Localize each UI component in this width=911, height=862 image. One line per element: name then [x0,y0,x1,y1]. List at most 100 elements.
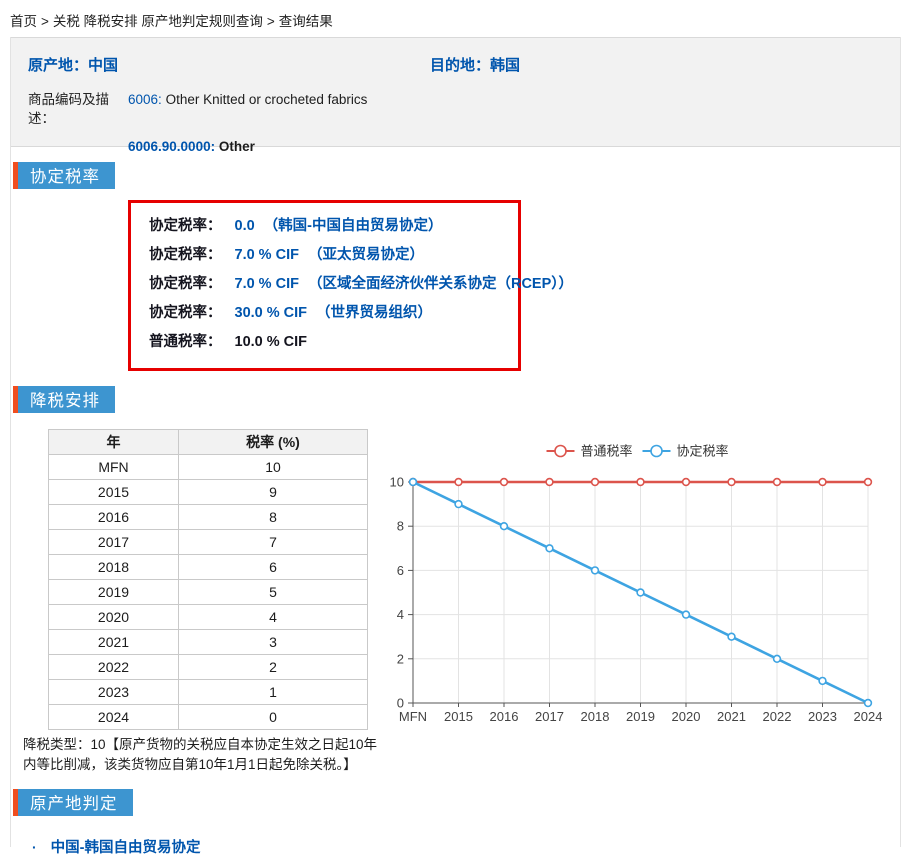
svg-text:普通税率: 普通税率 [581,444,633,459]
bullet-dot: · [32,839,37,855]
svg-text:10: 10 [390,475,404,490]
year-cell: 2015 [49,480,179,505]
table-row: 2020 4 [49,605,368,630]
rate-cell: 1 [179,680,368,705]
svg-text:2019: 2019 [626,709,655,724]
table-row: 2021 3 [49,630,368,655]
svg-text:6: 6 [397,563,404,578]
svg-text:2015: 2015 [444,709,473,724]
rate-cell: 4 [179,605,368,630]
svg-text:2021: 2021 [717,709,746,724]
year-cell: 2021 [49,630,179,655]
rate-row: 普通税率： 10.0 % CIF [149,328,508,357]
table-body: MFN 10 2015 9 2016 8 2017 7 2018 6 [49,455,368,730]
rate-value: 0.0 [235,218,255,234]
table-row: MFN 10 [49,455,368,480]
svg-text:2017: 2017 [535,709,564,724]
rate-cell: 9 [179,480,368,505]
query-summary-box: 原产地：中国 目的地：韩国 商品编码及描述： 6006: Other Knitt… [11,37,900,147]
year-cell: 2018 [49,555,179,580]
section-header-agreement-rates: 协定税率 [13,162,115,189]
origin-value: 中国 [88,57,118,74]
year-cell: 2019 [49,580,179,605]
reduction-chart-wrap: 0246810MFN201520162017201820192020202120… [383,435,903,733]
reduction-schedule-table: 年 税率 (%) MFN 10 2015 9 2016 8 2 [48,429,368,730]
rate-agreement-name: （世界贸易组织） [316,305,432,321]
table-row: 2024 0 [49,705,368,730]
rate-column-header: 税率 (%) [179,430,368,455]
rate-cell: 0 [179,705,368,730]
svg-text:4: 4 [397,607,404,622]
rate-value: 30.0 % CIF [235,305,308,321]
breadcrumb-separator: > [267,14,275,29]
rate-label: 协定税率： [149,276,222,292]
svg-text:2016: 2016 [490,709,519,724]
hs-code-label: 商品编码及描述： [28,90,128,128]
svg-text:2024: 2024 [854,709,883,724]
destination-value: 韩国 [490,57,520,74]
rate-agreement-name: （区域全面经济伙伴关系协定（RCEP）） [308,276,573,292]
reduction-schedule-column: 年 税率 (%) MFN 10 2015 9 2016 8 2 [11,416,383,774]
table-row: 2016 8 [49,505,368,530]
rate-label: 协定税率： [149,247,222,263]
section-header-reduction: 降税安排 [13,386,115,413]
year-cell: 2017 [49,530,179,555]
hs-subheading-description: Other [219,139,255,154]
table-header-row: 年 税率 (%) [49,430,368,455]
year-column-header: 年 [49,430,179,455]
rate-row: 协定税率： 0.0 （韩国-中国自由贸易协定） [149,212,508,241]
svg-text:2023: 2023 [808,709,837,724]
section-title: 原产地判定 [18,789,133,816]
rate-label: 普通税率： [149,334,222,350]
breadcrumb-separator: > [41,14,49,29]
table-row: 2023 1 [49,680,368,705]
year-cell: 2016 [49,505,179,530]
rate-cell: 6 [179,555,368,580]
table-row: 2017 7 [49,530,368,555]
rate-cell: 8 [179,505,368,530]
rate-agreement-name: （亚太贸易协定） [308,247,424,263]
section-header-origin: 原产地判定 [13,789,133,816]
rate-value: 7.0 % CIF [235,247,299,263]
rate-row: 协定税率： 30.0 % CIF （世界贸易组织） [149,299,508,328]
destination-label: 目的地： [430,57,490,74]
rate-value: 7.0 % CIF [235,276,299,292]
rate-cell: 3 [179,630,368,655]
origin-treaty-row: · 中国-韩国自由贸易协定 [32,836,900,857]
rate-cell: 5 [179,580,368,605]
year-cell: 2020 [49,605,179,630]
svg-text:2022: 2022 [763,709,792,724]
rate-label: 协定税率： [149,305,222,321]
table-row: 2022 2 [49,655,368,680]
reduction-type-note: 降税类型：10【原产货物的关税应自本协定生效之日起10年内等比削减，该类货物应自… [23,735,379,774]
agreement-rates-highlight-box: 协定税率： 0.0 （韩国-中国自由贸易协定） 协定税率： 7.0 % CIF （亚太贸… [128,200,521,371]
year-cell: 2022 [49,655,179,680]
year-cell: MFN [49,455,179,480]
table-row: 2019 5 [49,580,368,605]
breadcrumb-current: 查询结果 [279,14,333,29]
rate-cell: 7 [179,530,368,555]
reduction-line-chart: 0246810MFN201520162017201820192020202120… [383,435,903,730]
china-korea-fta-link[interactable]: 中国-韩国自由贸易协定 [51,836,201,857]
rate-cell: 2 [179,655,368,680]
svg-text:协定税率: 协定税率 [677,444,729,459]
origin-label: 原产地： [28,57,88,74]
rate-label: 协定税率： [149,218,222,234]
breadcrumb: 首页 > 关税 降税安排 原产地判定规则查询 > 查询结果 [10,10,911,30]
hs-subheading-code-link[interactable]: 6006.90.0000: [128,139,215,154]
svg-text:MFN: MFN [399,709,427,724]
svg-text:2018: 2018 [581,709,610,724]
section-title: 降税安排 [18,386,115,413]
svg-text:2020: 2020 [672,709,701,724]
rate-agreement-name: （韩国-中国自由贸易协定） [264,218,443,234]
table-row: 2015 9 [49,480,368,505]
rate-value: 10.0 % CIF [235,334,308,350]
rate-cell: 10 [179,455,368,480]
svg-text:8: 8 [397,519,404,534]
rate-row: 协定税率：7.0 % CIF（区域全面经济伙伴关系协定（RCEP）） [149,270,508,299]
section-title: 协定税率 [18,162,115,189]
svg-text:2: 2 [397,651,404,666]
hs-heading-code-link[interactable]: 6006: [128,92,162,107]
breadcrumb-query-page[interactable]: 关税 降税安排 原产地判定规则查询 [53,14,263,29]
breadcrumb-home[interactable]: 首页 [10,14,37,29]
